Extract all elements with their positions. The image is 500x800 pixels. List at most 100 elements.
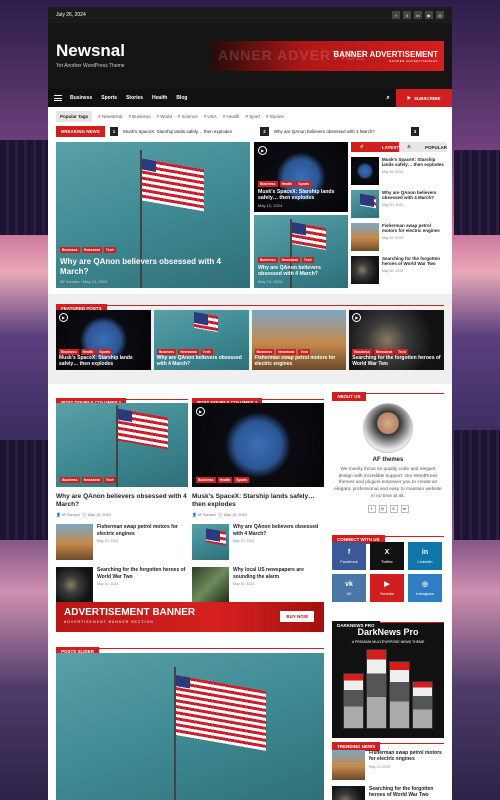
tag-link[interactable]: # Health bbox=[223, 114, 240, 119]
post-thumbnail[interactable] bbox=[332, 750, 365, 780]
list-item[interactable]: Why are QAnon believers obsessed with 4 … bbox=[351, 190, 447, 218]
list-item-title[interactable]: Searching for the forgotten heroes of Wo… bbox=[369, 786, 444, 799]
social-linkedin[interactable]: in Linkedin bbox=[408, 542, 442, 570]
youtube-icon[interactable]: ▶ bbox=[425, 11, 433, 19]
ticker-link[interactable]: Musk's SpaceX: Starship lands safely… th… bbox=[123, 129, 255, 134]
featured-card[interactable]: Business Newsbeat Tech Fisherman swap petr… bbox=[251, 310, 347, 370]
list-item-title[interactable]: Why are QAnon believers obsessed with 4 … bbox=[382, 190, 447, 201]
post-thumbnail[interactable] bbox=[56, 524, 93, 561]
featured-card-title[interactable]: Musk's SpaceX: Starship lands safely… th… bbox=[59, 355, 148, 367]
list-item-title[interactable]: Why are QAnon believers obsessed with 4 … bbox=[233, 524, 324, 537]
post-thumbnail[interactable] bbox=[192, 567, 229, 604]
subscribe-button[interactable]: ▶ SUBSCRIBE bbox=[396, 89, 452, 107]
category-badge[interactable]: Business bbox=[258, 256, 278, 263]
linkedin-icon[interactable]: in bbox=[400, 504, 409, 513]
social-instagram[interactable]: ◎ Instagram bbox=[408, 574, 442, 602]
list-item[interactable]: Musk's SpaceX: Starship lands safely… th… bbox=[351, 157, 447, 185]
list-item[interactable]: Why are QAnon believers obsessed with 4 … bbox=[192, 524, 324, 561]
video-play-icon[interactable]: ▶ bbox=[352, 313, 362, 322]
category-badge[interactable]: Business bbox=[60, 247, 80, 253]
post-thumbnail[interactable] bbox=[351, 190, 379, 218]
tag-link[interactable]: # World bbox=[156, 114, 171, 119]
mid-post-2[interactable]: Business Newsbeat Tech Why are QAnon bel… bbox=[254, 215, 348, 288]
ticker-link[interactable]: Why are QAnon believers obsessed with 4 … bbox=[274, 129, 406, 134]
facebook-icon[interactable]: f bbox=[392, 11, 400, 19]
slider-image[interactable] bbox=[56, 653, 324, 800]
category-badge[interactable]: Tech bbox=[103, 247, 116, 253]
social-twitter[interactable]: X Twitter bbox=[370, 542, 404, 570]
list-item-title[interactable]: Searching for the forgotten heroes of Wo… bbox=[97, 567, 188, 580]
darknews-promo[interactable]: DarkNews Pro A PREMIUM MULTIPURPOSE NEWS… bbox=[332, 623, 444, 738]
list-item[interactable]: Why local US newspapers are sounding the… bbox=[192, 567, 324, 604]
instagram-icon[interactable]: ◎ bbox=[378, 504, 387, 513]
category-badge[interactable]: Tech bbox=[103, 477, 116, 483]
category-badge[interactable]: Newsbeat bbox=[279, 256, 300, 263]
category-badge[interactable]: Health bbox=[279, 180, 295, 187]
x-icon[interactable]: X bbox=[389, 504, 398, 513]
video-play-icon[interactable]: ▶ bbox=[59, 313, 68, 322]
search-icon[interactable]: ⌕ bbox=[380, 95, 396, 102]
featured-card[interactable]: Business Newsbeat Tech Why are QAnon belie… bbox=[153, 310, 249, 370]
video-play-icon[interactable]: ▶ bbox=[196, 407, 205, 416]
social-facebook[interactable]: f Facebook bbox=[332, 542, 366, 570]
category-badge[interactable]: Newsbeat bbox=[81, 247, 102, 253]
nav-item-business[interactable]: Business bbox=[70, 95, 92, 101]
hero-title[interactable]: Why are QAnon believers obsessed with 4 … bbox=[60, 257, 246, 277]
list-item[interactable]: Fisherman swap petrol motors for electri… bbox=[332, 750, 444, 780]
facebook-icon[interactable]: f bbox=[367, 504, 376, 513]
column-2-author[interactable]: AF themes bbox=[198, 513, 216, 517]
list-item[interactable]: Searching for the forgotten heroes of Wo… bbox=[351, 256, 447, 284]
social-vk[interactable]: vk VK bbox=[332, 574, 366, 602]
tag-link[interactable]: # Science bbox=[178, 114, 198, 119]
linkedin-icon[interactable]: in bbox=[414, 11, 422, 19]
instagram-icon[interactable]: ◎ bbox=[436, 11, 444, 19]
post-thumbnail[interactable] bbox=[332, 786, 365, 800]
category-badge[interactable]: Sports bbox=[234, 477, 250, 483]
x-icon[interactable]: X bbox=[403, 11, 411, 19]
featured-card-title[interactable]: Searching for the forgotten heroes of Wo… bbox=[352, 355, 441, 367]
list-item[interactable]: Fisherman swap petrol motors for electri… bbox=[56, 524, 188, 561]
category-badge[interactable]: Newsbeat bbox=[81, 477, 102, 483]
tag-link[interactable]: # Business bbox=[128, 114, 150, 119]
post-thumbnail[interactable] bbox=[351, 157, 379, 185]
category-badge[interactable]: Tech bbox=[301, 256, 314, 263]
post-thumbnail[interactable] bbox=[56, 567, 93, 604]
list-item[interactable]: Fisherman swap petrol motors for electri… bbox=[351, 223, 447, 251]
tag-link[interactable]: # Stories bbox=[266, 114, 284, 119]
tab-popular[interactable]: ♨ POPULAR bbox=[399, 142, 447, 152]
column-2-image[interactable]: ▶ Business Health Sports bbox=[192, 403, 324, 487]
nav-item-health[interactable]: Health bbox=[152, 95, 167, 101]
category-badge[interactable]: Business bbox=[196, 477, 216, 483]
header-banner-ad[interactable]: ANNER ADVERTISE BANNER ADVERTISEMENT BAN… bbox=[212, 41, 444, 71]
list-item-title[interactable]: Fisherman swap petrol motors for electri… bbox=[97, 524, 188, 537]
post-thumbnail[interactable] bbox=[192, 524, 229, 561]
nav-item-stories[interactable]: Stories bbox=[126, 95, 143, 101]
buy-now-button[interactable]: BUY NOW bbox=[280, 611, 314, 622]
hero-author[interactable]: AF themes bbox=[60, 279, 79, 284]
hamburger-menu-icon[interactable] bbox=[54, 95, 62, 101]
video-play-icon[interactable]: ▶ bbox=[258, 146, 267, 155]
featured-card-title[interactable]: Why are QAnon believers obsessed with 4 … bbox=[157, 355, 246, 367]
list-item-title[interactable]: Fisherman swap petrol motors for electri… bbox=[369, 750, 444, 763]
list-item-title[interactable]: Musk's SpaceX: Starship lands safely… th… bbox=[382, 157, 447, 168]
category-badge[interactable]: Health bbox=[217, 477, 233, 483]
hero-post[interactable]: Business Newsbeat Tech Why are QAnon bel… bbox=[56, 142, 250, 288]
tab-latest[interactable]: ⚡ LATEST bbox=[351, 142, 399, 152]
featured-card[interactable]: ▶ Business Health Sports Musk's SpaceX: St… bbox=[56, 310, 151, 370]
list-item[interactable]: Searching for the forgotten heroes of Wo… bbox=[56, 567, 188, 604]
featured-card-title[interactable]: Fisherman swap petrol motors for electri… bbox=[255, 355, 344, 367]
featured-card[interactable]: ▶ Business Newsbeat Tech Searching for the… bbox=[349, 310, 444, 370]
mid-post-1[interactable]: ▶ Business Health Sports Musk's SpaceX: … bbox=[254, 142, 348, 212]
tag-link[interactable]: # USA bbox=[204, 114, 217, 119]
list-item-title[interactable]: Why local US newspapers are sounding the… bbox=[233, 567, 324, 580]
column-1-title[interactable]: Why are QAnon believers obsessed with 4 … bbox=[56, 493, 188, 509]
column-1-author[interactable]: AF themes bbox=[62, 513, 80, 517]
list-item-title[interactable]: Searching for the forgotten heroes of Wo… bbox=[382, 256, 447, 267]
column-2-title[interactable]: Musk's SpaceX: Starship lands safely… th… bbox=[192, 493, 324, 509]
category-badge[interactable]: Business bbox=[258, 180, 278, 187]
advertisement-banner[interactable]: ADVERTISEMENT BANNER ADVERTISEMENT BANNE… bbox=[56, 602, 324, 632]
nav-item-blog[interactable]: Blog bbox=[176, 95, 187, 101]
mid-post-1-title[interactable]: Musk's SpaceX: Starship lands safely… th… bbox=[258, 189, 344, 201]
tag-link[interactable]: # Sport bbox=[245, 114, 260, 119]
category-badge[interactable]: Business bbox=[60, 477, 80, 483]
